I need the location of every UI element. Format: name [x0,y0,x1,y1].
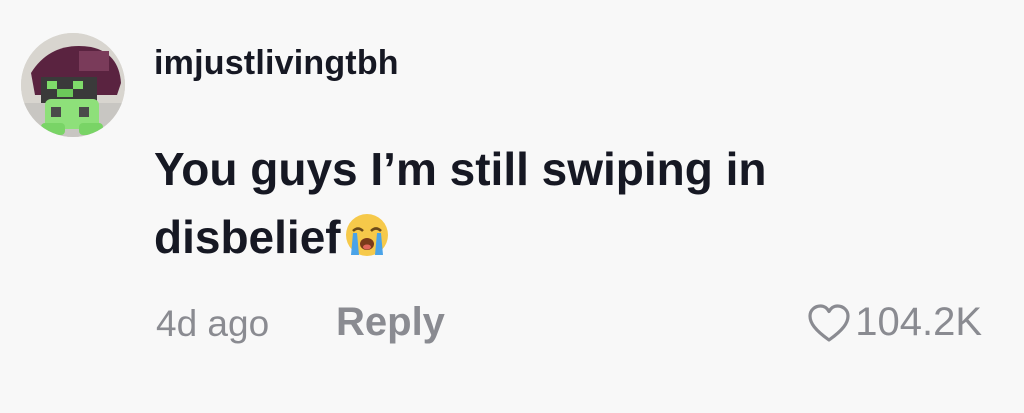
comment-item: imjustlivingtbh You guys I’m still swipi… [0,0,1024,413]
heart-outline-icon [808,303,850,342]
reply-button[interactable]: Reply [336,300,445,345]
username[interactable]: imjustlivingtbh [154,44,399,83]
comment-text-container: You guys I’m still swiping in disbelief [154,135,914,271]
loudly-crying-face-icon [343,209,391,257]
comment-timestamp: 4d ago [156,303,270,344]
like-button[interactable]: 104.2K [807,300,982,345]
comment-text: You guys I’m still swiping in disbelief [154,143,767,263]
avatar[interactable] [21,33,125,137]
like-count: 104.2K [855,300,982,344]
